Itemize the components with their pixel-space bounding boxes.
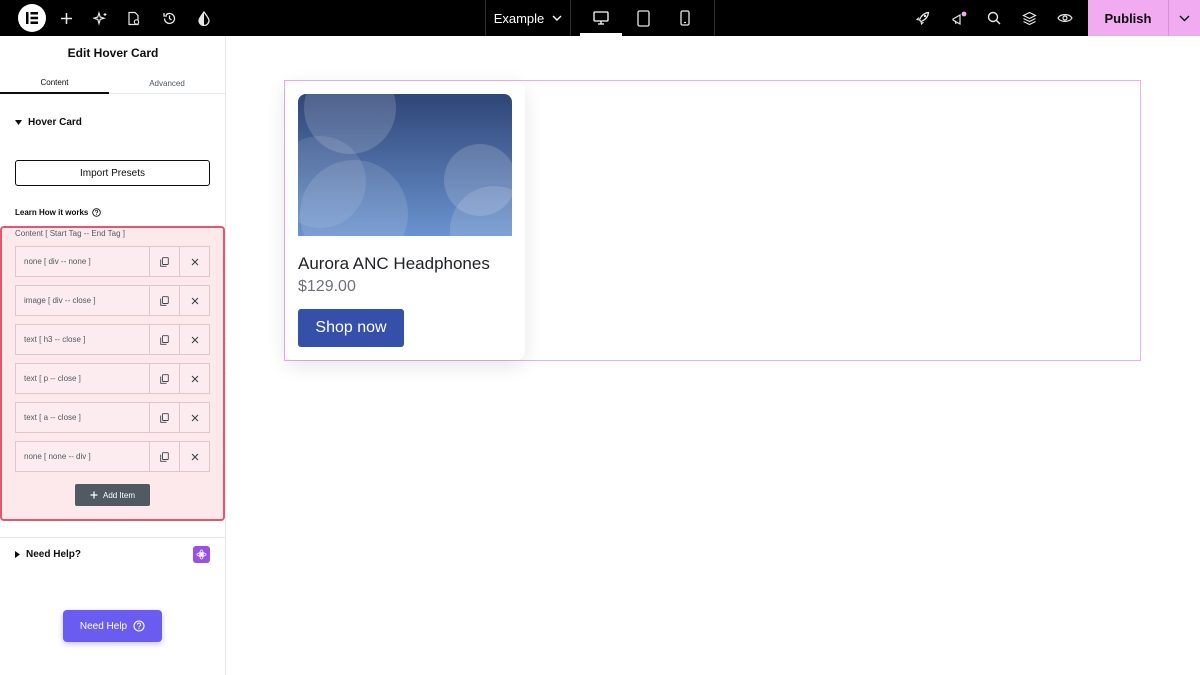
- need-help-button[interactable]: Need Help: [63, 610, 162, 642]
- duplicate-icon[interactable]: [149, 442, 179, 471]
- search-icon[interactable]: [982, 0, 1006, 36]
- section-toggle-need-help[interactable]: Need Help?: [15, 549, 81, 560]
- need-help-label: Need Help: [79, 620, 128, 632]
- section-toggle-hover-card[interactable]: Hover Card: [15, 117, 82, 128]
- card-price: $129.00: [298, 278, 356, 295]
- product-image: [298, 94, 512, 236]
- duplicate-icon[interactable]: [149, 364, 179, 393]
- page-selector-label: Example: [493, 10, 545, 26]
- section-title: Hover Card: [28, 117, 82, 128]
- duplicate-icon[interactable]: [149, 247, 179, 276]
- editor-panel: Edit Hover Card Content Advanced Hover C…: [0, 36, 226, 675]
- add-item-button[interactable]: Add Item: [75, 484, 150, 506]
- learn-how-link[interactable]: Learn How it works: [15, 208, 102, 217]
- page-selector[interactable]: Example: [486, 0, 570, 36]
- help-circle-icon: [133, 620, 145, 632]
- contrast-icon[interactable]: [192, 0, 216, 36]
- section-title: Need Help?: [26, 549, 82, 560]
- card-title: Aurora ANC Headphones: [298, 254, 490, 273]
- learn-how-label: Learn How it works: [15, 208, 89, 217]
- elementor-logo-icon[interactable]: [18, 4, 46, 32]
- repeater-item-label[interactable]: image [ div -- close ]: [16, 286, 149, 315]
- top-bar: Example Publish: [0, 0, 1200, 36]
- duplicate-icon[interactable]: [149, 286, 179, 315]
- tab-advanced[interactable]: Advanced: [110, 72, 224, 94]
- shop-now-button[interactable]: Shop now: [298, 309, 404, 347]
- notifications-icon[interactable]: [947, 0, 971, 36]
- panel-title: Edit Hover Card: [67, 46, 159, 60]
- remove-icon[interactable]: [179, 247, 209, 276]
- remove-icon[interactable]: [179, 364, 209, 393]
- remove-icon[interactable]: [179, 442, 209, 471]
- import-presets-button[interactable]: Import Presets: [15, 160, 210, 186]
- repeater-item[interactable]: none [ div -- none ]: [15, 246, 210, 277]
- mobile-icon[interactable]: [673, 0, 697, 36]
- repeater-item[interactable]: text [ h3 -- close ]: [15, 324, 210, 355]
- remove-icon[interactable]: [179, 325, 209, 354]
- chevron-down-icon: [552, 15, 562, 21]
- repeater-item[interactable]: image [ div -- close ]: [15, 285, 210, 316]
- repeater-item-label[interactable]: text [ a -- close ]: [16, 403, 149, 432]
- remove-icon[interactable]: [179, 403, 209, 432]
- repeater-item-label[interactable]: text [ h3 -- close ]: [16, 325, 149, 354]
- divider: [0, 537, 225, 538]
- add-item-label: Add Item: [102, 490, 135, 500]
- eye-icon[interactable]: [1052, 0, 1078, 36]
- help-circle-icon: [92, 208, 102, 217]
- repeater-item-label[interactable]: text [ p -- close ]: [16, 364, 149, 393]
- repeater-item-label[interactable]: none [ none -- div ]: [16, 442, 149, 471]
- rocket-icon[interactable]: [910, 0, 934, 36]
- repeater-item[interactable]: text [ a -- close ]: [15, 402, 210, 433]
- divider: [714, 0, 715, 36]
- plus-icon[interactable]: [54, 0, 78, 36]
- panel-tabs: Content Advanced: [0, 72, 226, 94]
- plus-icon: [90, 491, 98, 499]
- caret-down-icon: [15, 120, 22, 125]
- tab-content[interactable]: Content: [0, 72, 109, 94]
- repeater-item-label[interactable]: none [ div -- none ]: [16, 247, 149, 276]
- divider: [570, 0, 571, 36]
- desktop-icon[interactable]: [580, 0, 622, 36]
- ai-assistant-icon[interactable]: [193, 546, 210, 563]
- repeater-label: Content [ Start Tag -- End Tag ]: [15, 229, 125, 238]
- repeater-item[interactable]: none [ none -- div ]: [15, 441, 210, 472]
- sparkle-icon[interactable]: [88, 0, 112, 36]
- page-settings-icon[interactable]: [122, 0, 146, 36]
- publish-button[interactable]: Publish: [1088, 0, 1168, 36]
- history-icon[interactable]: [157, 0, 181, 36]
- repeater-item[interactable]: text [ p -- close ]: [15, 363, 210, 394]
- duplicate-icon[interactable]: [149, 325, 179, 354]
- caret-right-icon: [15, 551, 20, 558]
- layers-icon[interactable]: [1017, 0, 1041, 36]
- duplicate-icon[interactable]: [149, 403, 179, 432]
- chevron-down-icon: [1179, 15, 1190, 21]
- publish-options-button[interactable]: [1168, 0, 1200, 36]
- tablet-icon[interactable]: [631, 0, 655, 36]
- remove-icon[interactable]: [179, 286, 209, 315]
